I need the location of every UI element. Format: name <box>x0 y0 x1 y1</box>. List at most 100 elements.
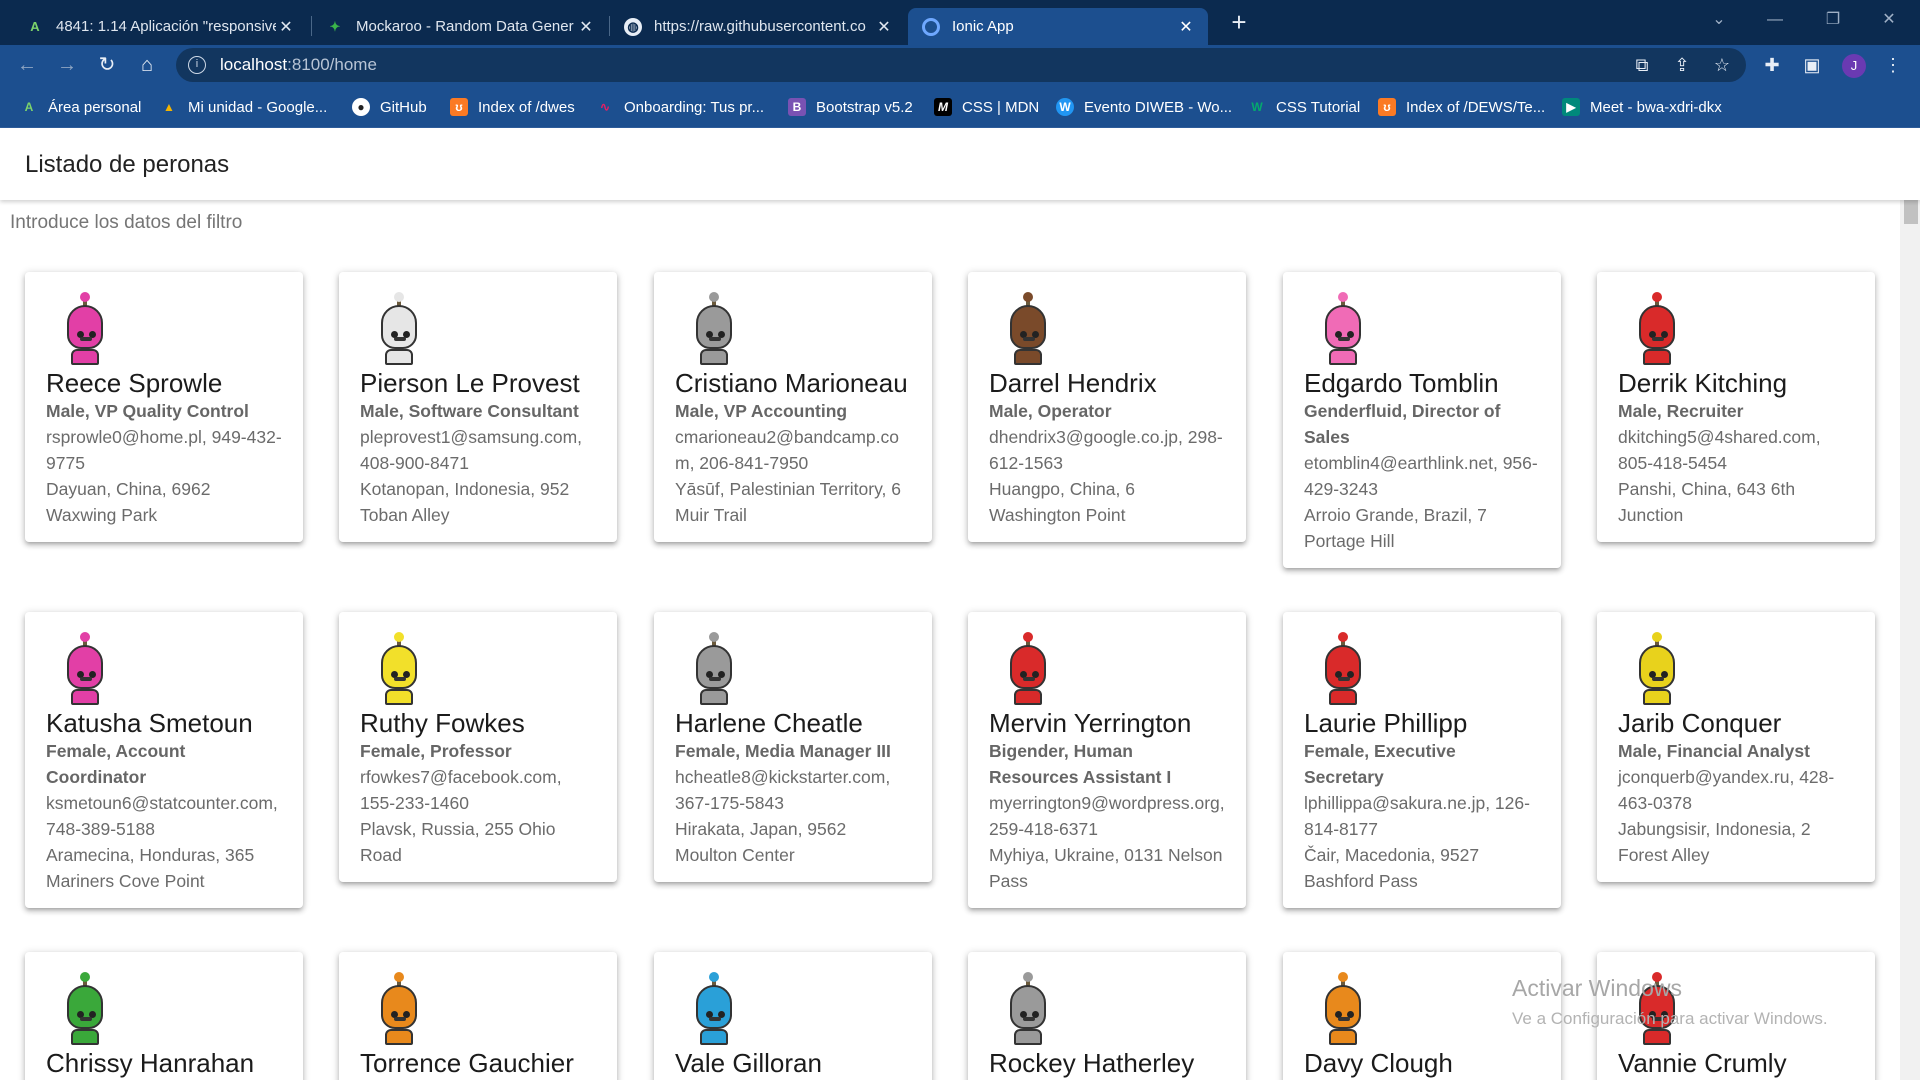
person-card[interactable]: Torrence Gauchier <box>339 952 617 1080</box>
person-name: Harlene Cheatle <box>675 708 863 738</box>
translate-icon[interactable]: ⧉ <box>1627 50 1657 80</box>
person-card[interactable]: Mervin Yerrington Bigender, Human Resourc… <box>968 612 1246 908</box>
person-address: Aramecina, Honduras, 365 Mariners Cove P… <box>46 845 255 891</box>
person-name: Reece Sprowle <box>46 368 223 398</box>
bootstrap-icon: B <box>788 98 806 116</box>
person-name: Mervin Yerrington <box>989 708 1192 738</box>
maximize-button[interactable]: ❐ <box>1810 6 1856 36</box>
tab-search-chevron-icon[interactable]: ⌄ <box>1696 6 1742 36</box>
person-card[interactable]: Darrel Hendrix Male, Operator dhendrix3@go… <box>968 272 1246 542</box>
person-name: Derrik Kitching <box>1618 368 1788 398</box>
tab-ionic-app[interactable]: Ionic App ✕ <box>908 8 1208 45</box>
scrollbar-thumb[interactable] <box>1904 200 1918 224</box>
person-contact: ksmetoun6@statcounter.com, 748-389-5188 <box>46 793 278 839</box>
person-card[interactable]: Jarib Conquer Male, Financial Analyst jcon… <box>1597 612 1875 882</box>
globe-icon: ◍ <box>624 17 642 36</box>
person-card[interactable]: Katusha Smetoun Female, Account Coordinat… <box>25 612 303 908</box>
bookmark-mi-unidad[interactable]: ▲ Mi unidad - Google... <box>160 96 327 118</box>
bookmark-star-icon[interactable]: ☆ <box>1707 50 1737 80</box>
person-address: Huangpo, China, 6 Washington Point <box>989 479 1135 525</box>
bookmark-index-dwes[interactable]: ʊ Index of /dwes <box>450 96 575 118</box>
person-card[interactable]: Harlene Cheatle Female, Media Manager III… <box>654 612 932 882</box>
person-name: Rockey Hatherley <box>989 1048 1195 1078</box>
robot-avatar-icon <box>1633 632 1681 708</box>
person-card[interactable]: Vale Gilloran <box>654 952 932 1080</box>
robot-avatar-icon <box>1319 632 1367 708</box>
close-window-button[interactable]: ✕ <box>1866 6 1912 36</box>
moodle-icon: A <box>24 100 34 114</box>
site-info-icon[interactable]: i <box>188 56 206 74</box>
person-gender-job: Female, Professor <box>360 741 512 761</box>
person-card[interactable]: Rockey Hatherley <box>968 952 1246 1080</box>
bookmark-area-personal[interactable]: A Área personal <box>20 96 142 118</box>
person-name: Vale Gilloran <box>675 1048 822 1078</box>
tab-mockaroo[interactable]: ✦ Mockaroo - Random Data Gener ✕ <box>312 8 608 45</box>
filter-input[interactable] <box>10 212 1880 234</box>
person-contact: dkitching5@4shared.com, 805-418-5454 <box>1618 427 1821 473</box>
person-address: Hirakata, Japan, 9562 Moulton Center <box>675 819 847 865</box>
share-icon[interactable]: ⇪ <box>1667 50 1697 80</box>
person-contact: rfowkes7@facebook.com, 155-233-1460 <box>360 767 562 813</box>
tab-moodle[interactable]: A 4841: 1.14 Aplicación "responsive ✕ <box>12 8 308 45</box>
tab-github-raw[interactable]: ◍ https://raw.githubusercontent.co ✕ <box>610 8 906 45</box>
bookmark-css-tutorial[interactable]: W CSS Tutorial <box>1248 96 1360 118</box>
close-icon[interactable]: ✕ <box>276 17 296 37</box>
forward-button[interactable]: → <box>52 50 82 80</box>
bookmark-github[interactable]: ● GitHub <box>352 96 427 118</box>
person-name: Katusha Smetoun <box>46 708 253 738</box>
person-gender-job: Male, Financial Analyst <box>1618 741 1810 761</box>
mdn-icon: M <box>934 98 952 116</box>
person-card[interactable]: Cristiano Marioneau Male, VP Accounting cm… <box>654 272 932 542</box>
close-icon[interactable]: ✕ <box>874 17 894 37</box>
person-gender-job: Male, Operator <box>989 401 1112 421</box>
new-tab-button[interactable]: + <box>1222 8 1256 38</box>
menu-kebab-icon[interactable]: ⋮ <box>1878 50 1908 80</box>
drive-icon: ▲ <box>163 100 175 114</box>
xampp-icon: ʊ <box>1378 98 1396 116</box>
robot-avatar-icon <box>375 632 423 708</box>
robot-avatar-icon <box>1004 972 1052 1048</box>
person-address: Plavsk, Russia, 255 Ohio Road <box>360 819 556 865</box>
windows-activation-text: Ve a Configuración para activar Windows. <box>1512 1009 1828 1028</box>
bookmark-onboarding[interactable]: ∿ Onboarding: Tus pr... <box>596 96 764 118</box>
person-card[interactable]: Reece Sprowle Male, VP Quality Control rsp… <box>25 272 303 542</box>
person-contact: pleprovest1@samsung.com, 408-900-8471 <box>360 427 583 473</box>
robot-avatar-icon <box>1004 632 1052 708</box>
extensions-icon[interactable]: ✚ <box>1757 50 1787 80</box>
profile-avatar[interactable]: J <box>1842 54 1866 78</box>
person-gender-job: Female, Account Coordinator <box>46 741 186 787</box>
bookmark-bootstrap[interactable]: B Bootstrap v5.2 <box>788 96 913 118</box>
person-address: Dayuan, China, 6962 Waxwing Park <box>46 479 211 525</box>
bookmark-css-mdn[interactable]: M CSS | MDN <box>934 96 1039 118</box>
person-card[interactable]: Chrissy Hanrahan <box>25 952 303 1080</box>
back-button[interactable]: ← <box>12 50 42 80</box>
person-card[interactable]: Pierson Le Provest Male, Software Consult… <box>339 272 617 542</box>
robot-avatar-icon <box>61 292 109 368</box>
robot-avatar-icon <box>690 632 738 708</box>
person-card[interactable]: Laurie Phillipp Female, Executive Secreta… <box>1283 612 1561 908</box>
mockaroo-icon: ✦ <box>329 18 341 34</box>
person-card[interactable]: Derrik Kitching Male, Recruiter dkitching5… <box>1597 272 1875 542</box>
page-content: Reece Sprowle Male, VP Quality Control rsp… <box>0 200 1900 1080</box>
scrollbar[interactable] <box>1900 200 1920 1080</box>
bookmark-meet[interactable]: ▶ Meet - bwa-xdri-dkx <box>1562 96 1722 118</box>
person-address: Yāsūf, Palestinian Territory, 6 Muir Tra… <box>675 479 901 525</box>
bookmark-evento-diweb[interactable]: W Evento DIWEB - Wo... <box>1056 96 1232 118</box>
side-panel-icon[interactable]: ▣ <box>1797 50 1827 80</box>
person-card[interactable]: Edgardo Tomblin Genderfluid, Director of … <box>1283 272 1561 568</box>
robot-avatar-icon <box>1004 292 1052 368</box>
browser-tab-bar: A 4841: 1.14 Aplicación "responsive ✕ ✦ … <box>0 0 1920 45</box>
close-icon[interactable]: ✕ <box>576 17 596 37</box>
url-field[interactable]: i localhost:8100/home <box>176 48 1746 82</box>
close-icon[interactable]: ✕ <box>1176 17 1196 37</box>
person-contact: lphillippa@sakura.ne.jp, 126-814-8177 <box>1304 793 1530 839</box>
robot-avatar-icon <box>375 972 423 1048</box>
person-gender-job: Male, Recruiter <box>1618 401 1744 421</box>
person-card[interactable]: Ruthy Fowkes Female, Professor rfowkes7@fa… <box>339 612 617 882</box>
home-icon[interactable]: ⌂ <box>132 50 162 80</box>
minimize-button[interactable]: — <box>1752 6 1798 36</box>
person-contact: etomblin4@earthlink.net, 956-429-3243 <box>1304 453 1538 499</box>
person-name: Torrence Gauchier <box>360 1048 574 1078</box>
reload-button[interactable]: ↻ <box>92 50 122 80</box>
bookmark-index-dews[interactable]: ʊ Index of /DEWS/Te... <box>1378 96 1545 118</box>
